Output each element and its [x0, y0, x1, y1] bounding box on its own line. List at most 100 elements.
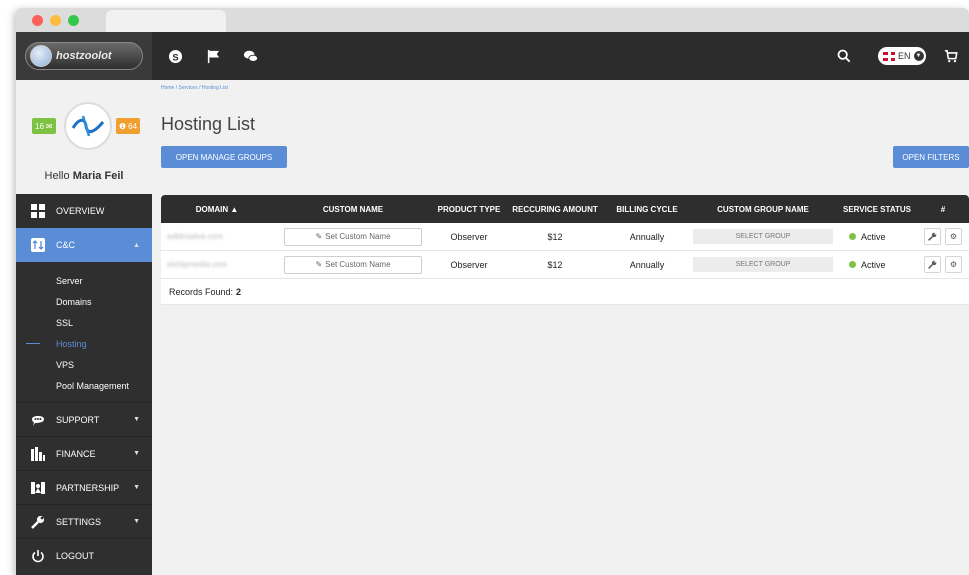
wrench-action-button[interactable] [924, 228, 941, 245]
chat-icon[interactable] [240, 45, 262, 67]
records-count: 2 [236, 286, 242, 297]
edit-icon: ✎ [315, 232, 323, 241]
cart-icon[interactable] [940, 45, 962, 67]
product-type-cell: Observer [450, 231, 488, 242]
chevron-up-icon: ▲ [133, 241, 140, 249]
submenu-item-vps[interactable]: VPS [16, 354, 152, 375]
submenu-item-pool-management[interactable]: Pool Management [16, 375, 152, 396]
column-header-service-status[interactable]: SERVICE STATUS [837, 205, 917, 214]
main-content: Home / Services / Hosting List Hosting L… [152, 80, 969, 575]
sidebar-item-partnership[interactable]: PARTNERSHIP ▼ [16, 470, 152, 504]
logo-area: hostzoolot [16, 32, 152, 80]
set-custom-name-label: Set Custom Name [325, 232, 391, 241]
domain-cell[interactable]: elchipmedia.com [161, 260, 273, 269]
product-type-cell: Observer [450, 259, 488, 270]
group-cell: SELECT GROUP [689, 257, 837, 272]
browser-window: hostzoolot S EN ▼ 16 ✉ ❶ 64 Hello Maria … [16, 8, 969, 575]
chevron-down-icon: ▼ [913, 51, 924, 61]
profile-panel: 16 ✉ ❶ 64 Hello Maria Feil [16, 80, 152, 194]
sidebar-item-finance[interactable]: FINANCE ▼ [16, 436, 152, 470]
actions-cell: ⚙ [917, 256, 969, 273]
globe-logo-icon [30, 45, 52, 67]
avatar[interactable] [64, 102, 112, 150]
language-label: EN [898, 51, 911, 61]
minimize-window-button[interactable] [50, 15, 61, 26]
status-badge: Active [861, 231, 886, 242]
greeting-text: Hello [44, 170, 70, 182]
sidebar-item-label: OVERVIEW [56, 206, 105, 216]
actions-cell: ⚙ [917, 228, 969, 245]
language-selector[interactable]: EN ▼ [878, 47, 926, 65]
table-header: DOMAIN ▲ CUSTOM NAME PRODUCT TYPE RECCUR… [161, 195, 969, 223]
browser-chrome [16, 8, 969, 32]
amount-cell: $12 [547, 231, 563, 242]
alerts-badge[interactable]: ❶ 64 [116, 118, 141, 134]
select-group-dropdown[interactable]: SELECT GROUP [693, 257, 833, 272]
finance-icon [30, 446, 46, 462]
sidebar-item-label: PARTNERSHIP [56, 482, 120, 493]
billing-cycle-cell: Annually [629, 259, 665, 270]
skype-icon[interactable]: S [164, 45, 186, 67]
alerts-count: 64 [128, 121, 138, 131]
sidebar-item-label: SUPPORT [56, 414, 100, 425]
sidebar-item-cc[interactable]: C&C ▲ [16, 228, 152, 262]
alert-icon: ❶ [119, 121, 127, 131]
envelope-icon: ✉ [45, 121, 53, 131]
page-title: Hosting List [161, 114, 256, 134]
status-dot-icon [849, 233, 856, 240]
column-header-recurring-amount[interactable]: RECCURING AMOUNT [505, 205, 605, 214]
records-found: Records Found: 2 [161, 279, 969, 305]
select-group-dropdown[interactable]: SELECT GROUP [693, 229, 833, 244]
hosting-table: DOMAIN ▲ CUSTOM NAME PRODUCT TYPE RECCUR… [161, 195, 969, 305]
submenu-item-domains[interactable]: Domains [16, 291, 152, 312]
submenu-item-server[interactable]: Server [16, 270, 152, 291]
submenu-item-hosting[interactable]: Hosting [16, 333, 152, 354]
gears-action-button[interactable]: ⚙ [945, 228, 962, 245]
status-dot-icon [849, 261, 856, 268]
close-window-button[interactable] [32, 15, 43, 26]
table-row: elchipmedia.com ✎ Set Custom Name Observ… [161, 251, 969, 279]
wrench-action-button[interactable] [924, 256, 941, 273]
column-header-custom-name[interactable]: CUSTOM NAME [273, 205, 433, 214]
column-header-custom-group-name[interactable]: CUSTOM GROUP NAME [689, 205, 837, 214]
chat-bubble-icon [30, 412, 46, 428]
records-label: Records Found: [169, 286, 234, 297]
sidebar-item-support[interactable]: SUPPORT ▼ [16, 402, 152, 436]
group-cell: SELECT GROUP [689, 229, 837, 244]
sidebar: 16 ✉ ❶ 64 Hello Maria Feil OVERVIEW C&C … [16, 80, 152, 575]
set-custom-name-input[interactable]: ✎ Set Custom Name [284, 255, 422, 274]
flag-icon[interactable] [202, 45, 224, 67]
swap-icon [30, 237, 46, 253]
breadcrumb[interactable]: Home / Services / Hosting List [161, 85, 228, 91]
wrench-icon [30, 514, 46, 530]
search-icon[interactable] [833, 45, 855, 67]
domain-cell[interactable]: adidrostive.com [161, 232, 273, 241]
sidebar-item-label: SETTINGS [56, 516, 102, 527]
table-row: adidrostive.com ✎ Set Custom Name Observ… [161, 223, 969, 251]
greeting: Hello Maria Feil [16, 170, 152, 182]
top-navigation-bar: hostzoolot S EN ▼ [16, 32, 969, 80]
column-header-billing-cycle[interactable]: BILLING CYCLE [605, 205, 689, 214]
uk-flag-icon [883, 51, 895, 61]
chevron-down-icon: ▼ [133, 450, 140, 457]
status-cell: Active [837, 260, 917, 270]
open-filters-button[interactable]: OPEN FILTERS [893, 146, 969, 168]
column-header-domain[interactable]: DOMAIN ▲ [161, 205, 273, 214]
logo[interactable]: hostzoolot [25, 42, 143, 70]
column-header-product-type[interactable]: PRODUCT TYPE [433, 205, 505, 214]
set-custom-name-input[interactable]: ✎ Set Custom Name [284, 227, 422, 246]
maximize-window-button[interactable] [68, 15, 79, 26]
browser-tab[interactable] [106, 10, 226, 32]
sidebar-item-label: C&C [56, 240, 76, 250]
submenu-item-ssl[interactable]: SSL [16, 312, 152, 333]
power-icon [30, 548, 46, 564]
svg-text:S: S [172, 52, 178, 62]
open-manage-groups-button[interactable]: OPEN MANAGE GROUPS [161, 146, 287, 168]
sidebar-item-overview[interactable]: OVERVIEW [16, 194, 152, 228]
messages-count: 16 [35, 121, 44, 131]
messages-badge[interactable]: 16 ✉ [32, 118, 56, 134]
sidebar-item-label: FINANCE [56, 448, 96, 459]
sidebar-item-settings[interactable]: SETTINGS ▼ [16, 504, 152, 538]
sidebar-item-logout[interactable]: LOGOUT [16, 538, 152, 572]
gears-action-button[interactable]: ⚙ [945, 256, 962, 273]
